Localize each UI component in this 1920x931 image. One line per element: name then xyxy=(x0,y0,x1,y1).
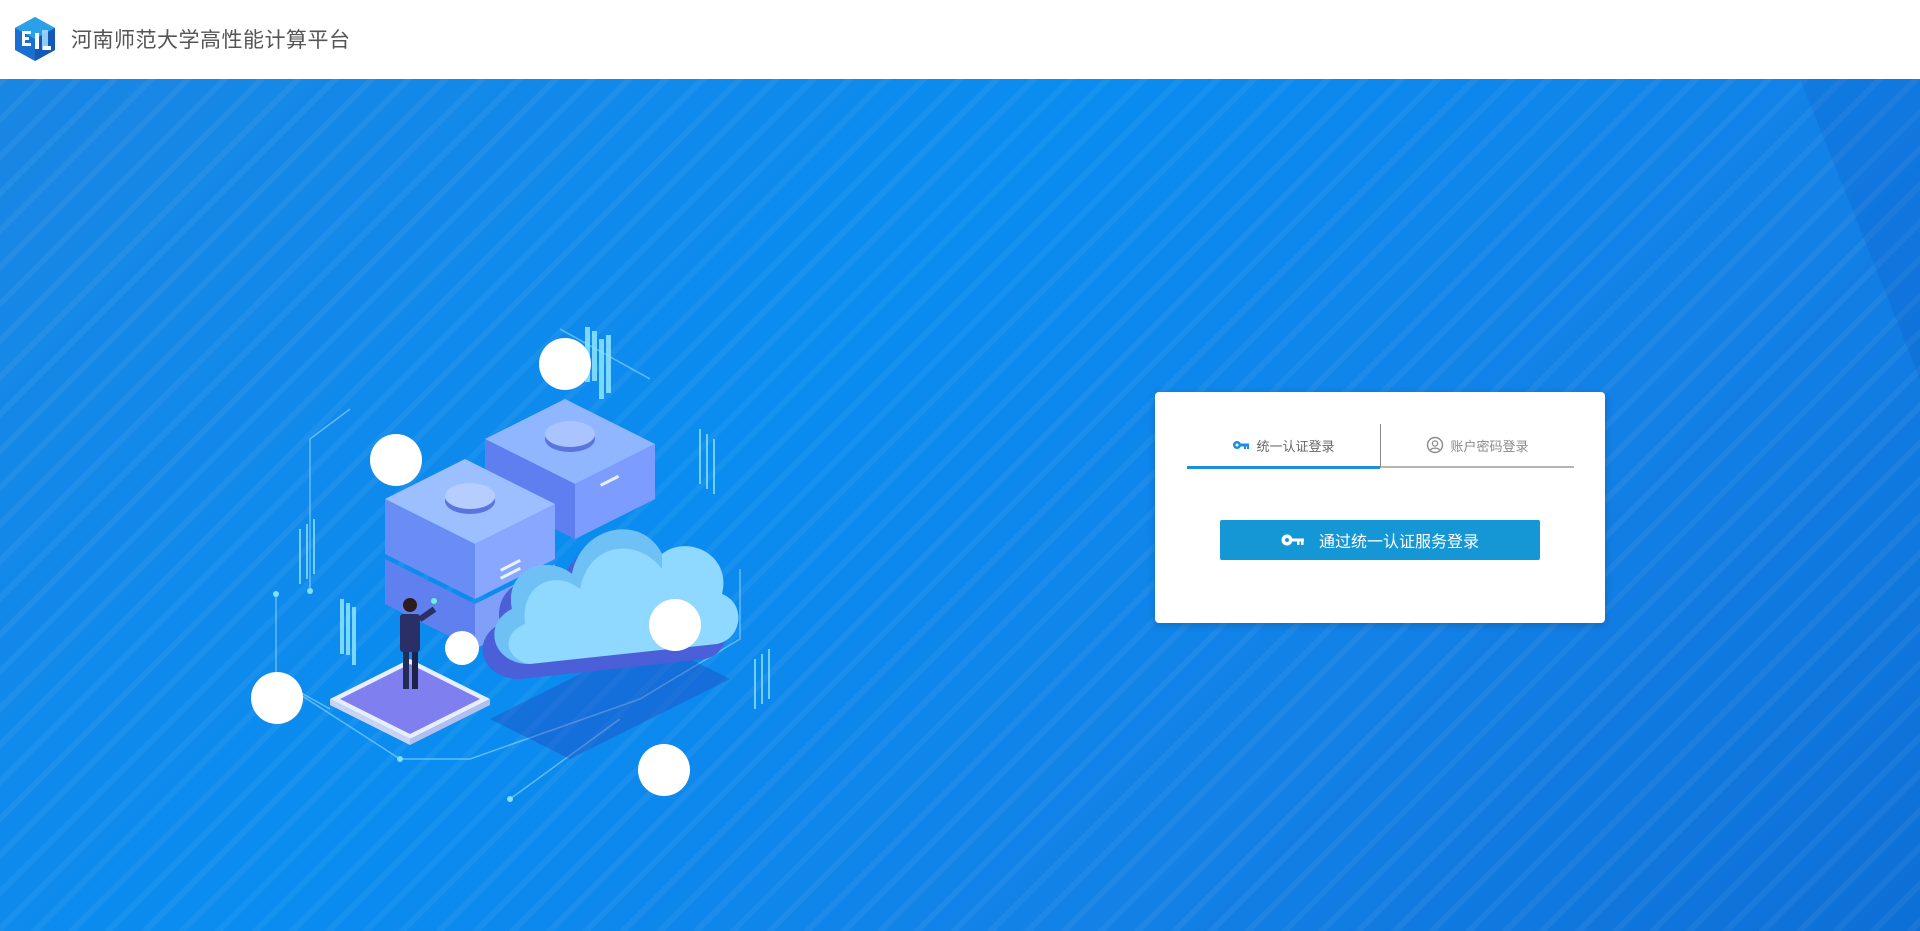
user-circle-icon xyxy=(1427,436,1444,454)
sso-login-button[interactable]: 通过统一认证服务登录 xyxy=(1220,520,1540,560)
cloud-server-illustration xyxy=(251,327,770,802)
hpc-cube-logo-icon xyxy=(15,17,55,61)
tab-account-password-label: 账户密码登录 xyxy=(1450,439,1529,455)
tab-unified-auth-label: 统一认证登录 xyxy=(1256,439,1335,455)
key-icon xyxy=(1233,441,1250,449)
tab-unified-auth[interactable]: 统一认证登录 xyxy=(1187,424,1380,469)
login-tabs: 统一认证登录 账户密码登录 xyxy=(1187,424,1574,469)
login-card: 统一认证登录 账户密码登录 通过统一认证服务登录 xyxy=(1155,392,1605,623)
key-icon xyxy=(1281,534,1304,546)
site-title: 河南师范大学高性能计算平台 xyxy=(71,28,351,52)
sso-login-button-label: 通过统一认证服务登录 xyxy=(1318,532,1479,551)
hero-background xyxy=(0,79,1920,931)
top-header: 河南师范大学高性能计算平台 xyxy=(0,0,1920,79)
tab-account-password[interactable]: 账户密码登录 xyxy=(1380,424,1574,468)
